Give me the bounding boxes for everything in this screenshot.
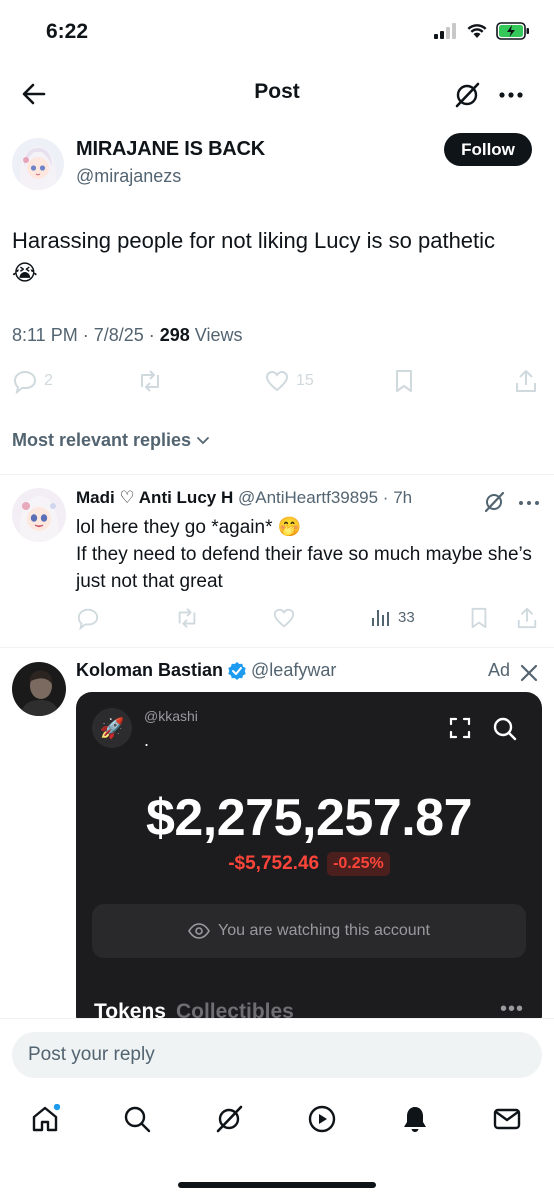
reply-avatar[interactable] xyxy=(12,488,66,542)
reply-icon xyxy=(77,608,99,630)
bookmark-icon xyxy=(471,607,487,629)
post-views-label: Views xyxy=(189,325,243,345)
heart-icon xyxy=(273,608,295,628)
post-actions: 2 15 xyxy=(0,368,554,402)
divider xyxy=(0,474,554,475)
ad-balance: $2,275,257.87 xyxy=(145,789,473,847)
post-views-count: 298 xyxy=(159,325,190,345)
bookmark-icon xyxy=(396,370,412,392)
reply-views-count: 33 xyxy=(398,608,415,626)
reply-views-action[interactable]: 33 xyxy=(370,606,415,628)
divider xyxy=(0,647,554,648)
ad-avatar[interactable] xyxy=(12,662,66,716)
wifi-icon xyxy=(467,24,487,38)
share-icon xyxy=(517,607,537,629)
expand-icon xyxy=(449,717,471,739)
ad-change-percent: -0.25% xyxy=(327,852,390,876)
ad-watch-text: You are watching this account xyxy=(218,922,430,939)
reply-repost-action[interactable] xyxy=(174,606,200,630)
ad-card-handle: @kkashi xyxy=(144,708,198,724)
ad-change-amount: -$5,752.46 xyxy=(228,853,320,874)
grok-icon[interactable] xyxy=(482,490,506,514)
reply-like-action[interactable] xyxy=(272,606,296,630)
follow-button[interactable]: Follow xyxy=(444,133,532,166)
reply-text-line1: lol here they go *again* 🤭 xyxy=(76,517,302,538)
search-icon xyxy=(493,717,517,741)
ad-author-handle: @leafywar xyxy=(251,660,337,680)
reply-icon xyxy=(13,370,37,394)
repost-icon xyxy=(178,608,196,628)
ad-watch-banner: You are watching this account xyxy=(92,904,526,958)
reply-count: 2 xyxy=(44,372,53,389)
reply-actions: 33 xyxy=(76,606,546,632)
ad-label: Ad xyxy=(488,660,511,680)
ad-author-name: Koloman Bastian xyxy=(76,660,224,680)
reply-text: lol here they go *again* 🤭 If they need … xyxy=(76,514,546,595)
grok-icon[interactable] xyxy=(452,80,482,110)
reply-bookmark-action[interactable] xyxy=(468,606,490,630)
views-chart-icon xyxy=(372,610,389,626)
reply-author[interactable]: Madi ♡ Anti Lucy H @AntiHeartf39895 · 7h xyxy=(76,488,412,508)
reply-text-line2: If they need to defend their fave so muc… xyxy=(76,544,532,592)
post-text: Harassing people for not liking Lucy is … xyxy=(12,228,496,285)
video-icon[interactable] xyxy=(307,1104,337,1134)
bookmark-action[interactable] xyxy=(392,368,416,394)
reply-input[interactable]: Post your reply xyxy=(12,1032,542,1078)
reply-author-handle: @AntiHeartf39895 · 7h xyxy=(237,488,413,507)
more-options-icon[interactable] xyxy=(518,496,540,510)
notifications-bell-icon[interactable] xyxy=(400,1104,430,1134)
post-meta: 8:11 PM · 7/8/25 · 298 Views xyxy=(12,325,243,346)
home-indicator xyxy=(178,1182,376,1188)
heart-icon xyxy=(265,370,289,392)
home-icon[interactable] xyxy=(30,1104,60,1134)
post-timestamp: 8:11 PM · 7/8/25 · xyxy=(12,325,160,345)
reply-reply-action[interactable] xyxy=(76,606,100,630)
replies-sort-label: Most relevant replies xyxy=(12,430,192,450)
ad-card-account-name: . xyxy=(144,730,150,750)
search-icon[interactable] xyxy=(122,1104,152,1134)
share-icon xyxy=(516,370,536,392)
grok-icon[interactable] xyxy=(214,1104,244,1134)
repost-action[interactable] xyxy=(136,368,164,394)
rocket-icon: 🚀 xyxy=(92,708,132,748)
battery-charging-icon xyxy=(496,22,529,40)
share-action[interactable] xyxy=(514,368,538,394)
signal-icon xyxy=(434,23,456,39)
more-options-icon[interactable] xyxy=(496,80,526,110)
author-avatar[interactable] xyxy=(12,138,64,190)
replies-sort-dropdown[interactable]: Most relevant replies xyxy=(12,430,211,451)
close-icon[interactable] xyxy=(518,662,540,684)
like-count: 15 xyxy=(296,372,314,389)
chevron-down-icon xyxy=(197,436,209,444)
reply-author-name: Madi ♡ Anti Lucy H xyxy=(76,488,234,507)
ad-media-card[interactable]: 🚀 @kkashi . $2,275,257.87 -$5,752.46 -0.… xyxy=(76,692,542,1032)
like-action[interactable]: 15 xyxy=(264,368,314,394)
ad-change: -$5,752.46 -0.25% xyxy=(76,852,542,876)
reply-share-action[interactable] xyxy=(516,606,538,630)
reply-action[interactable]: 2 xyxy=(12,368,53,394)
author-name[interactable]: MIRAJANE IS BACK xyxy=(76,138,265,161)
messages-icon[interactable] xyxy=(492,1104,522,1134)
status-time: 6:22 xyxy=(46,20,89,43)
ad-author[interactable]: Koloman Bastian @leafywar xyxy=(76,660,336,681)
verified-badge-icon xyxy=(228,661,246,680)
repost-icon xyxy=(141,370,159,392)
eye-icon xyxy=(188,923,210,939)
author-handle[interactable]: @mirajanezs xyxy=(76,166,181,187)
status-icons xyxy=(434,22,530,40)
